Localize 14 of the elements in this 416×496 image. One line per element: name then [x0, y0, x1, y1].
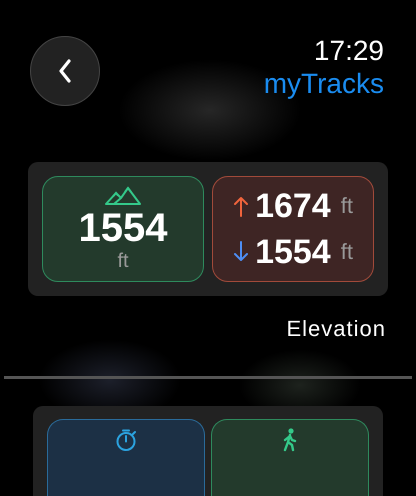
elevation-value: 1554 [78, 206, 168, 250]
descent-value: 1554 [255, 232, 331, 274]
app-name: myTracks [264, 67, 384, 101]
descent-unit: ft [340, 241, 353, 264]
clock-time: 17:29 [314, 36, 384, 66]
walking-person-icon [282, 428, 298, 452]
arrow-up-icon [233, 194, 250, 218]
card-title: Elevation [286, 316, 386, 342]
ascent-unit: ft [340, 195, 353, 218]
stopwatch-icon [115, 428, 137, 452]
chevron-left-icon [58, 59, 72, 83]
ascent-value: 1674 [255, 186, 331, 228]
elevation-unit: ft [117, 250, 129, 272]
mountains-icon [104, 186, 142, 206]
